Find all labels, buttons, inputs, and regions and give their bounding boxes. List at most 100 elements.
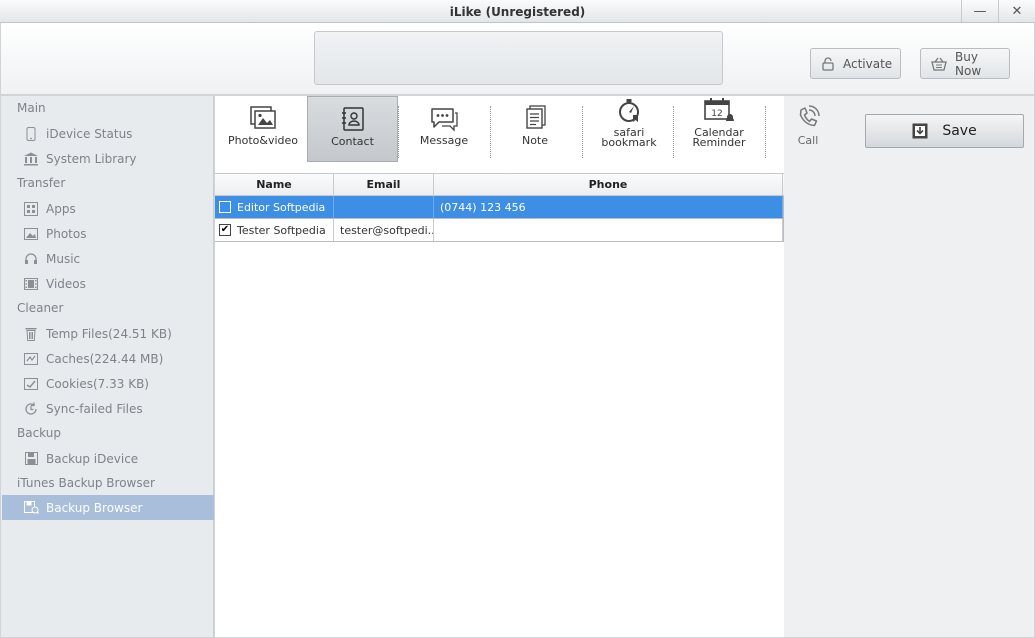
sidebar-item-caches[interactable]: Caches(224.44 MB) [2,346,214,371]
compass-icon [616,96,642,128]
sidebar-item-label: Sync-failed Files [46,401,143,416]
buy-now-button[interactable]: Buy Now [920,48,1010,79]
calendar-icon: 12 [702,96,736,128]
sidebar-item-label: Photos [46,226,87,241]
category-toolbar: Photo&video Contact Message Note safari … [215,96,784,174]
tab-call[interactable]: Call [784,96,832,162]
contact-name: Tester Softpedia [237,223,326,237]
message-icon [429,96,459,136]
sidebar-item-label: Backup iDevice [46,451,139,466]
cookie-icon [23,377,39,391]
save-label: Save [942,123,977,139]
sidebar-item-label: Music [46,251,81,266]
sidebar-item-label: Backup Browser [46,500,143,515]
right-panel: Call Save [784,96,1034,637]
sidebar-item-label: System Library [46,151,137,166]
phone-icon [23,126,39,141]
sidebar-item-music[interactable]: Music [2,246,214,271]
sync-icon [23,402,39,416]
tab-message[interactable]: Message [401,96,487,162]
tab-label: Calendar Reminder [692,126,746,149]
contact-name: Editor Softpedia [237,200,326,214]
sidebar-item-sync-failed-files[interactable]: Sync-failed Files [2,396,214,421]
browser-icon [23,501,39,515]
toolbar-separator [398,106,399,158]
tab-label: Contact [331,135,374,148]
film-icon [23,277,39,291]
sidebar-item-system-library[interactable]: System Library [2,146,214,171]
close-button[interactable]: ✕ [998,0,1035,22]
activate-button[interactable]: Activate [810,48,901,79]
save-icon [912,123,928,139]
table-header: Name Email Phone [215,173,784,196]
contact-email: tester@softpedi... [334,219,434,241]
contact-phone: (0744) 123 456 [434,196,783,218]
sidebar-group-main: Main [17,101,46,115]
tab-label: safari bookmark [601,126,657,149]
sidebar-item-label: Apps [46,201,76,216]
tab-contact[interactable]: Contact [307,96,398,162]
buy-now-label: Buy Now [955,49,982,78]
sidebar-item-idevice-status[interactable]: iDevice Status [2,121,214,146]
photo-video-icon [248,96,278,136]
tab-label: Message [419,134,469,147]
sidebar-item-backup-browser[interactable]: Backup Browser [2,495,214,520]
close-icon: ✕ [1011,3,1023,19]
library-icon [23,152,39,166]
call-icon [795,96,821,136]
tab-label: Note [521,134,549,147]
sidebar-item-label: Cookies(7.33 KB) [46,376,149,391]
table-row[interactable]: ✔ Tester Softpedia tester@softpedi... [215,219,784,242]
sidebar-item-label: Videos [46,276,86,291]
column-header-phone[interactable]: Phone [434,174,783,195]
tab-safari-bookmark[interactable]: safari bookmark [585,96,673,162]
device-info-panel [314,31,723,85]
cache-icon [23,352,39,366]
row-checkbox[interactable] [219,201,231,213]
toolbar-separator [490,106,491,158]
tab-photo-video[interactable]: Photo&video [220,96,306,162]
sidebar-item-backup-idevice[interactable]: Backup iDevice [2,446,214,471]
sidebar-item-label: Temp Files(24.51 KB) [46,326,172,341]
save-button[interactable]: Save [865,114,1024,148]
main-content: Photo&video Contact Message Note safari … [215,96,1034,637]
floppy-icon [23,452,39,466]
row-checkbox[interactable]: ✔ [219,224,231,236]
window-title: iLike (Unregistered) [449,5,586,19]
header: Activate Buy Now [1,23,1034,95]
trash-icon [23,327,39,341]
sidebar-item-photos[interactable]: Photos [2,221,214,246]
sidebar: Main iDevice Status System Library Trans… [1,96,214,637]
tab-label: Photo&video [227,134,298,147]
tab-label: Call [797,134,819,147]
contacts-table: Name Email Phone Editor Softpedia (0744)… [215,173,784,242]
toolbar-separator [673,106,674,158]
sidebar-item-apps[interactable]: Apps [2,196,214,221]
checkmark-icon: ✔ [220,224,230,235]
contact-email [334,196,434,218]
note-icon [522,96,548,136]
column-header-email[interactable]: Email [334,174,434,195]
table-row[interactable]: Editor Softpedia (0744) 123 456 [215,196,784,219]
activate-label: Activate [843,56,893,71]
minimize-button[interactable]: — [961,0,998,22]
toolbar-separator [582,106,583,158]
column-header-name[interactable]: Name [215,174,334,195]
sidebar-item-temp-files[interactable]: Temp Files(24.51 KB) [2,321,214,346]
tab-note[interactable]: Note [495,96,575,162]
toolbar-separator [765,106,766,158]
sidebar-group-backup: Backup [17,426,61,440]
basket-icon [931,57,947,71]
calendar-day-text: 12 [711,109,722,119]
sidebar-group-transfer: Transfer [17,176,66,190]
lock-icon [822,56,834,71]
sidebar-item-videos[interactable]: Videos [2,271,214,296]
apps-icon [23,201,39,216]
contact-icon [340,97,366,137]
contact-phone [434,219,783,241]
sidebar-group-cleaner: Cleaner [17,301,64,315]
minimize-icon: — [973,3,987,19]
title-bar: iLike (Unregistered) — ✕ [0,0,1035,23]
sidebar-item-cookies[interactable]: Cookies(7.33 KB) [2,371,214,396]
tab-calendar-reminder[interactable]: 12 Calendar Reminder [675,96,763,162]
